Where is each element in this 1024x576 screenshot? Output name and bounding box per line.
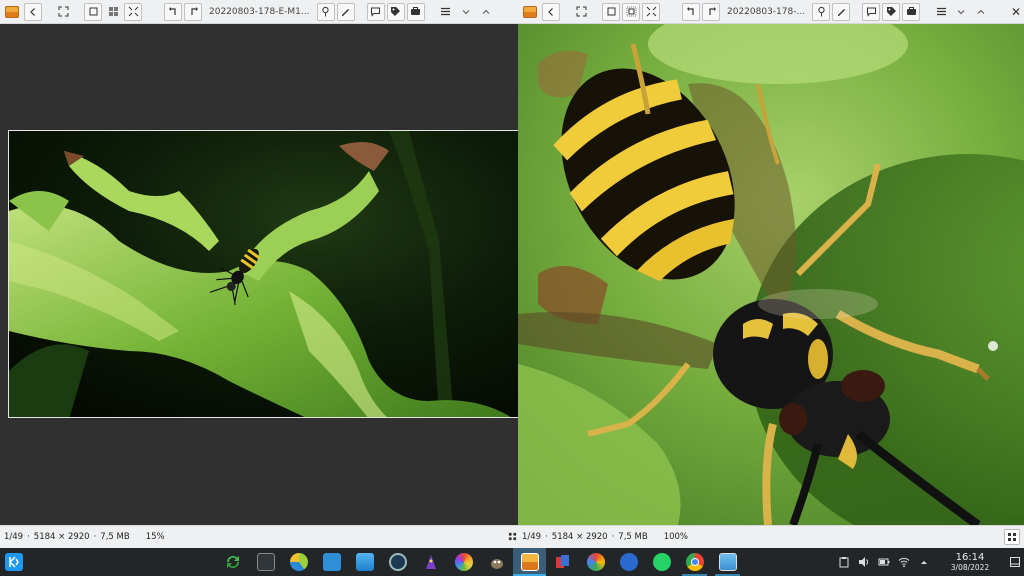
minimize-chevron-icon[interactable] [457,3,475,21]
file-size: 7,5 MB [100,532,130,542]
fullscreen-button[interactable] [54,3,72,21]
cards-app-icon[interactable] [546,548,579,576]
thunderbird-icon[interactable] [612,548,645,576]
clock-app-icon[interactable] [381,548,414,576]
tray-expand-arrow-icon[interactable] [915,553,933,571]
thumbnail-grid-button[interactable] [507,528,518,544]
show-desktop-button[interactable] [1006,548,1024,576]
discover-icon[interactable] [315,548,348,576]
separator: · [27,532,30,542]
app-icon [523,5,537,18]
file-size: 7,5 MB [618,532,648,542]
back-button[interactable] [542,2,560,21]
wasp-closeup-photo [518,24,1024,525]
left-image-viewer-window: 20220803-178-E-M1... 1/49 · 5184 × 2920 … [0,0,518,548]
location-pin-button[interactable] [316,2,335,21]
application-launcher-button[interactable] [0,548,28,576]
refresh-app-icon[interactable] [216,548,249,576]
grid-icon[interactable] [104,3,122,21]
close-icon[interactable]: ✕ [1008,5,1024,19]
minimize-chevron-icon[interactable] [952,3,970,21]
fit-button[interactable] [84,2,102,21]
photo-app-icon[interactable] [447,548,480,576]
volume-icon[interactable] [855,553,873,571]
battery-icon[interactable] [875,553,893,571]
image-dimensions: 5184 × 2920 [33,532,90,542]
left-image-viewport[interactable] [0,24,518,525]
left-toolbar: 20220803-178-E-M1... [0,0,518,24]
right-image-viewer-window: 20220803-178-... ✕ 1/49 · 5184 × 2920 · … [518,0,1024,548]
zoom-level[interactable]: 100% [664,532,688,542]
separator: · [545,532,548,542]
taskbar: 16:14 3/08/2022 [0,548,1024,576]
maximize-chevron-icon[interactable] [477,3,495,21]
separator: · [611,532,615,542]
rotate-right-button[interactable] [184,2,202,21]
left-statusbar: 1/49 · 5184 × 2920 · 7,5 MB 15% [0,525,518,548]
rotate-left-button[interactable] [682,2,700,21]
right-statusbar: 1/49 · 5184 × 2920 · 7,5 MB 100% [518,525,1024,548]
hamburger-menu-icon[interactable] [932,3,950,21]
zoom-fill-button[interactable] [124,2,142,21]
image-dimensions: 5184 × 2920 [551,532,608,542]
zoom-fill-button[interactable] [642,2,660,21]
rotate-right-button[interactable] [702,2,720,21]
system-tray: 16:14 3/08/2022 [834,548,1024,576]
right-toolbar: 20220803-178-... ✕ [518,0,1024,24]
fit-button[interactable] [602,2,620,21]
comment-button[interactable] [862,2,881,21]
edit-pen-button[interactable] [336,2,355,21]
window-title: 20220803-178-E-M1... [209,6,310,17]
fullscreen-button[interactable] [572,3,590,21]
task-manager [216,548,744,576]
clock-time: 16:14 [955,551,985,563]
tag-button[interactable] [882,2,901,21]
chrome-icon[interactable] [678,548,711,576]
tag-button[interactable] [386,2,405,21]
wizard-app-icon[interactable] [414,548,447,576]
edit-pen-button[interactable] [832,2,851,21]
right-image-viewport[interactable] [518,24,1024,525]
share-button[interactable] [406,2,425,21]
krita-icon[interactable] [282,548,315,576]
wasp-on-leaf-photo [8,130,518,418]
maximize-chevron-icon[interactable] [972,3,990,21]
konsole-icon[interactable] [249,548,282,576]
back-button[interactable] [24,2,42,21]
wifi-icon[interactable] [895,553,913,571]
share-button[interactable] [902,2,921,21]
image-index: 1/49 [4,532,24,542]
rotate-left-button[interactable] [164,2,182,21]
clipboard-icon[interactable] [835,553,853,571]
actual-size-button[interactable] [622,2,640,21]
hamburger-menu-icon[interactable] [437,3,455,21]
digital-clock[interactable]: 16:14 3/08/2022 [940,551,1000,572]
dolphin-icon[interactable] [348,548,381,576]
color-app-icon[interactable] [579,548,612,576]
clock-date: 3/08/2022 [950,562,990,572]
window-title: 20220803-178-... [727,6,806,17]
thumbnail-grid-button[interactable] [1004,529,1020,545]
separator: · [93,532,97,542]
gwenview-icon[interactable] [513,548,546,576]
zoom-level[interactable]: 15% [146,532,165,542]
desktop: 20220803-178-E-M1... 1/49 · 5184 × 2920 … [0,0,1024,576]
app-icon [5,5,19,18]
comment-button[interactable] [366,2,385,21]
whatsapp-icon[interactable] [645,548,678,576]
image-index: 1/49 [522,532,542,542]
image-viewer-icon[interactable] [711,548,744,576]
kde-logo-icon [5,553,23,571]
gimp-icon[interactable] [480,548,513,576]
location-pin-button[interactable] [812,2,831,21]
